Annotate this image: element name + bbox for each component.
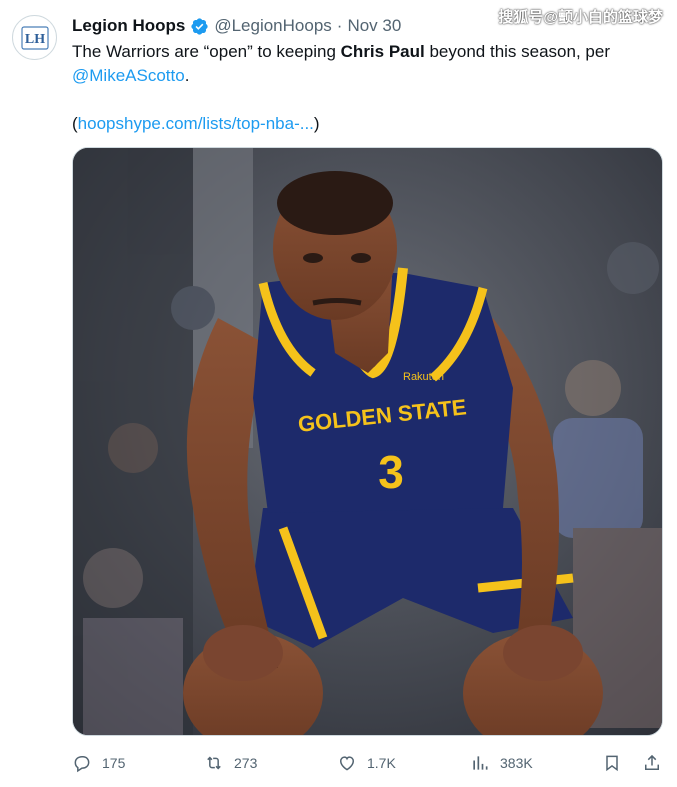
watermark: 搜狐号@颤小白的篮球梦 (498, 9, 663, 26)
views-icon (473, 756, 488, 770)
tweet-text-part3: . (184, 66, 190, 85)
mention-link[interactable]: @MikeAScotto (72, 66, 185, 85)
retweet-count: 273 (234, 755, 258, 771)
link-close-paren: ) (313, 114, 320, 133)
views-button[interactable]: 383K (470, 748, 533, 778)
avatar-text: LH (24, 32, 44, 47)
reply-button[interactable]: 175 (72, 748, 125, 778)
tweet-photo[interactable]: Rakuten GOLDEN STATE 3 (72, 147, 663, 736)
tweet-text-part2: beyond this season, per (424, 42, 610, 61)
tweet-text-line-2: @MikeAScotto. (72, 64, 662, 88)
tweet-text-line-1: The Warriors are “open” to keeping Chris… (72, 40, 662, 64)
share-icon (645, 754, 659, 770)
tweet-text-line-3: (hoopshype.com/lists/top-nba-...) (72, 112, 662, 136)
share-button[interactable] (642, 748, 662, 778)
tweet-text-spacer (72, 88, 662, 112)
like-icon (339, 756, 355, 771)
bookmark-icon (606, 755, 618, 772)
retweet-button[interactable]: 273 (204, 748, 257, 778)
retweet-icon (207, 756, 221, 770)
jersey-sponsor-text: Rakuten (403, 371, 444, 383)
reply-count: 175 (102, 755, 126, 771)
author-handle[interactable]: @LegionHoops (214, 16, 331, 36)
tweet-text: The Warriors are “open” to keeping Chris… (72, 40, 662, 136)
views-count: 383K (500, 755, 533, 771)
avatar[interactable]: LH (12, 15, 57, 60)
verified-badge-icon (190, 17, 209, 36)
hoopshype-link[interactable]: hoopshype.com/lists/top-nba-... (78, 114, 314, 133)
separator-dot: · (336, 16, 343, 35)
legion-hoops-logo-icon: LH (20, 25, 49, 50)
tweet-text-part1: The Warriors are “open” to keeping (72, 42, 341, 61)
jersey-number-text: 3 (378, 446, 404, 498)
tweet-text-bold: Chris Paul (340, 42, 425, 61)
tweet-actions: 175 273 1.7K 383K (72, 748, 666, 778)
tweet-header: Legion Hoops @LegionHoops · Nov 30 (72, 14, 401, 38)
tweet-date[interactable]: Nov 30 (347, 16, 401, 36)
like-count: 1.7K (367, 755, 396, 771)
reply-icon (74, 756, 90, 773)
chris-paul-photo: Rakuten GOLDEN STATE 3 (73, 148, 662, 735)
bookmark-button[interactable] (602, 748, 622, 778)
like-button[interactable]: 1.7K (337, 748, 396, 778)
author-name[interactable]: Legion Hoops (72, 16, 185, 36)
